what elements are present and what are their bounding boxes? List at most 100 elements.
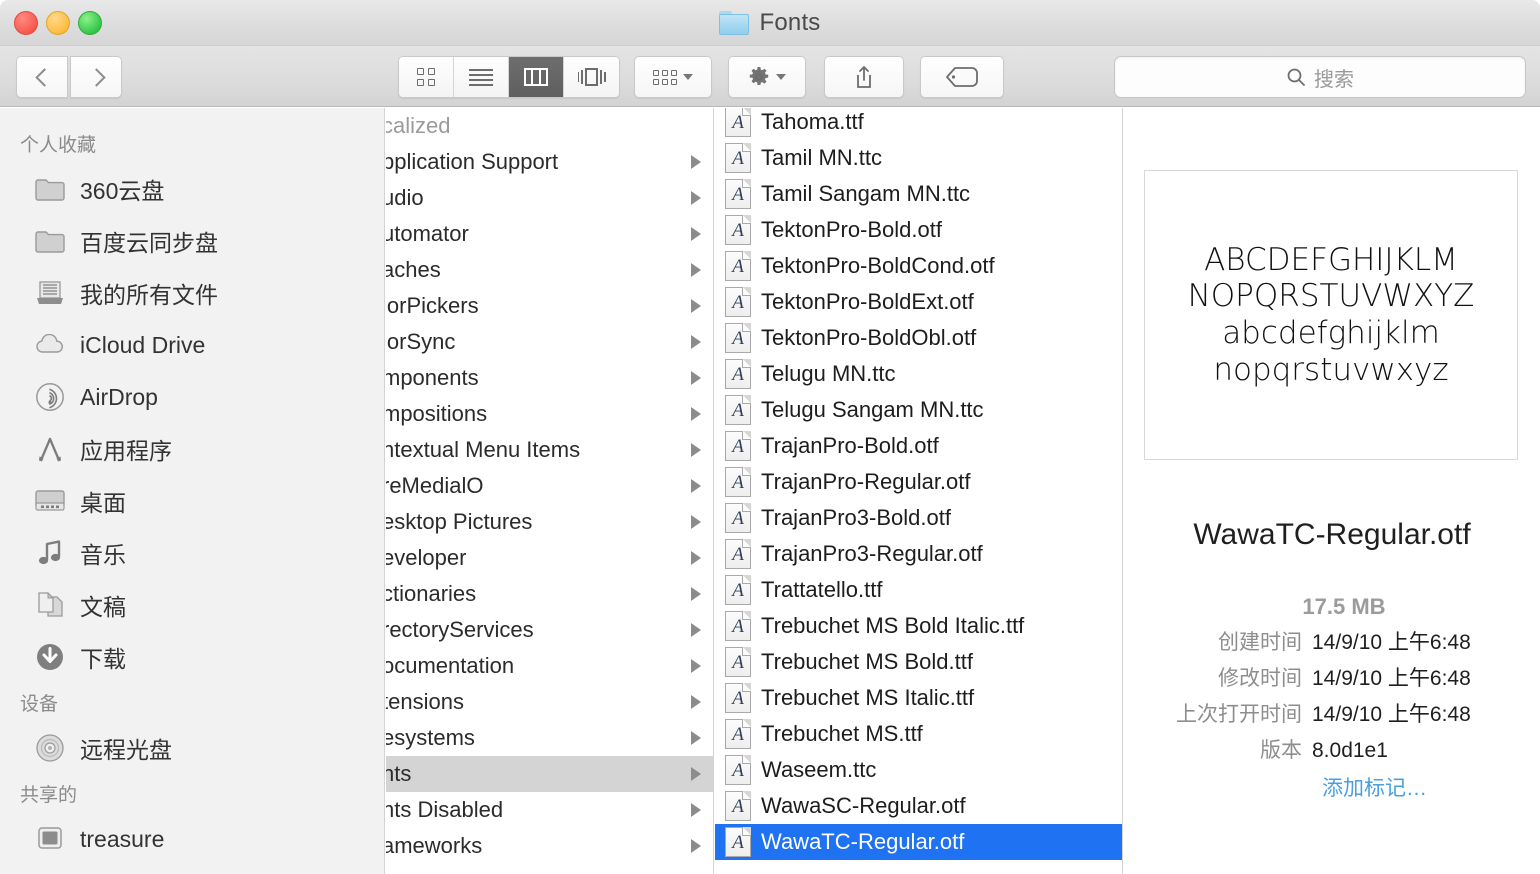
directory-row[interactable]: mponents [386, 360, 713, 396]
file-row[interactable]: A TektonPro-BoldCond.otf [715, 248, 1122, 284]
file-row[interactable]: A TektonPro-BoldExt.otf [715, 284, 1122, 320]
browser-column-directories[interactable]: calized pplication Support udio utomator ach… [386, 108, 714, 874]
metadata-key: 创建时间 [1218, 631, 1302, 654]
sidebar-item-treasure[interactable]: treasure [0, 813, 384, 865]
font-file-icon: A [725, 287, 751, 317]
file-row[interactable]: A Trattatello.ttf [715, 572, 1122, 608]
browser-column-files[interactable]: A Tahoma.ttf A Tamil MN.ttc A Tamil Sangam MN… [715, 108, 1123, 874]
cloud-icon [34, 330, 66, 360]
directory-name: eveloper [386, 545, 467, 570]
directory-row[interactable]: utomator [386, 216, 713, 252]
sidebar-item-label: AirDrop [80, 383, 158, 410]
sidebar-item-icloud-drive[interactable]: iCloud Drive [0, 319, 384, 371]
preview-filename: WawaTC-Regular.otf [1193, 518, 1471, 551]
sidebar-item-[interactable]: 我的所有文件 [0, 267, 384, 319]
directory-row[interactable]: nts [386, 756, 713, 792]
directory-row[interactable]: aches [386, 252, 713, 288]
sidebar-item-[interactable]: 远程光盘 [0, 722, 384, 774]
file-name: Trebuchet MS Bold.ttf [761, 649, 973, 674]
file-row[interactable]: A Telugu Sangam MN.ttc [715, 392, 1122, 428]
tag-icon [945, 66, 979, 88]
disclosure-triangle-icon [691, 407, 701, 421]
file-row[interactable]: A TrajanPro-Regular.otf [715, 464, 1122, 500]
font-file-icon: A [725, 827, 751, 857]
file-row[interactable]: A WawaSC-Regular.otf [715, 788, 1122, 824]
share-button[interactable] [824, 56, 904, 98]
column-view-button[interactable] [509, 57, 564, 97]
file-row[interactable]: A Tahoma.ttf [715, 108, 1122, 140]
add-tags-link[interactable]: 添加标记… [1124, 772, 1540, 802]
desktop-icon [34, 486, 66, 516]
font-file-icon: A [725, 431, 751, 461]
sidebar-item-[interactable]: 下载 [0, 631, 384, 683]
sidebar-item-[interactable]: 百度云同步盘 [0, 215, 384, 267]
file-row[interactable]: A Trebuchet MS Bold Italic.ttf [715, 608, 1122, 644]
font-file-icon: A [725, 755, 751, 785]
directory-row[interactable]: ntextual Menu Items [386, 432, 713, 468]
toolbar: 搜索 [0, 46, 1540, 107]
metadata-row: 版本 8.0d1e1 [1124, 734, 1540, 764]
sidebar-item-[interactable]: 音乐 [0, 527, 384, 579]
preview-pane: ABCDEFGHIJKLM NOPQRSTUVWXYZ abcdefghijklm n… [1124, 108, 1540, 874]
directory-row[interactable]: pplication Support [386, 144, 713, 180]
directory-row[interactable]: calized [386, 108, 713, 144]
directory-row[interactable]: reMedialO [386, 468, 713, 504]
sidebar-item-[interactable]: 应用程序 [0, 423, 384, 475]
list-view-button[interactable] [454, 57, 509, 97]
directory-row[interactable]: esystems [386, 720, 713, 756]
font-file-icon: A [725, 323, 751, 353]
directory-row[interactable]: ameworks [386, 828, 713, 864]
sidebar-item-[interactable]: 文稿 [0, 579, 384, 631]
directory-row[interactable]: mpositions [386, 396, 713, 432]
sidebar[interactable]: 个人收藏 360云盘 百度云同步盘 我的所有文件 iCloud Drive AirDrop… [0, 108, 385, 874]
file-row[interactable]: A TrajanPro3-Regular.otf [715, 536, 1122, 572]
directory-name: mpositions [386, 401, 488, 426]
file-name: Waseem.ttc [761, 757, 877, 782]
sidebar-item-[interactable]: 桌面 [0, 475, 384, 527]
back-button[interactable] [16, 56, 68, 98]
forward-button[interactable] [70, 56, 122, 98]
metadata-value: 14/9/10 上午6:48 [1312, 631, 1471, 654]
file-row[interactable]: A WawaTC-Regular.otf [715, 824, 1122, 860]
file-row[interactable]: A TrajanPro3-Bold.otf [715, 500, 1122, 536]
file-name: TektonPro-BoldObl.otf [761, 325, 977, 350]
directory-row[interactable]: rectoryServices [386, 612, 713, 648]
sidebar-item-label: treasure [80, 825, 165, 852]
file-name: TrajanPro3-Bold.otf [761, 505, 951, 530]
disc-icon [34, 733, 66, 763]
file-row[interactable]: A Tamil Sangam MN.ttc [715, 176, 1122, 212]
file-row[interactable]: A Waseem.ttc [715, 752, 1122, 788]
sidebar-item-label: 文稿 [80, 594, 126, 620]
tag-button[interactable] [920, 56, 1004, 98]
file-row[interactable]: A Telugu MN.ttc [715, 356, 1122, 392]
file-name: TektonPro-Bold.otf [761, 217, 942, 242]
sidebar-item-360[interactable]: 360云盘 [0, 163, 384, 215]
view-mode-group [398, 56, 620, 98]
directory-row[interactable]: tensions [386, 684, 713, 720]
directory-row[interactable]: eveloper [386, 540, 713, 576]
directory-row[interactable]: udio [386, 180, 713, 216]
file-row[interactable]: A Trebuchet MS Bold.ttf [715, 644, 1122, 680]
file-row[interactable]: A Tamil MN.ttc [715, 140, 1122, 176]
sidebar-item-airdrop[interactable]: AirDrop [0, 371, 384, 423]
action-menu-button[interactable] [728, 56, 806, 98]
directory-row[interactable]: lorPickers [386, 288, 713, 324]
icon-view-button[interactable] [399, 57, 454, 97]
directory-row[interactable]: ctionaries [386, 576, 713, 612]
file-row[interactable]: A Trebuchet MS Italic.ttf [715, 680, 1122, 716]
disclosure-triangle-icon [691, 731, 701, 745]
file-row[interactable]: A Trebuchet MS.ttf [715, 716, 1122, 752]
file-row[interactable]: A TektonPro-BoldObl.otf [715, 320, 1122, 356]
font-file-icon: A [725, 215, 751, 245]
directory-row[interactable]: lorSync [386, 324, 713, 360]
directory-row[interactable]: ocumentation [386, 648, 713, 684]
directory-row[interactable]: esktop Pictures [386, 504, 713, 540]
arrange-by-button[interactable] [634, 56, 712, 98]
directory-row[interactable]: nts Disabled [386, 792, 713, 828]
directory-name: mponents [386, 365, 479, 390]
search-input[interactable]: 搜索 [1114, 56, 1526, 98]
file-row[interactable]: A TektonPro-Bold.otf [715, 212, 1122, 248]
file-row[interactable]: A TrajanPro-Bold.otf [715, 428, 1122, 464]
coverflow-view-button[interactable] [564, 57, 619, 97]
metadata-row: 修改时间 14/9/10 上午6:48 [1124, 662, 1540, 692]
